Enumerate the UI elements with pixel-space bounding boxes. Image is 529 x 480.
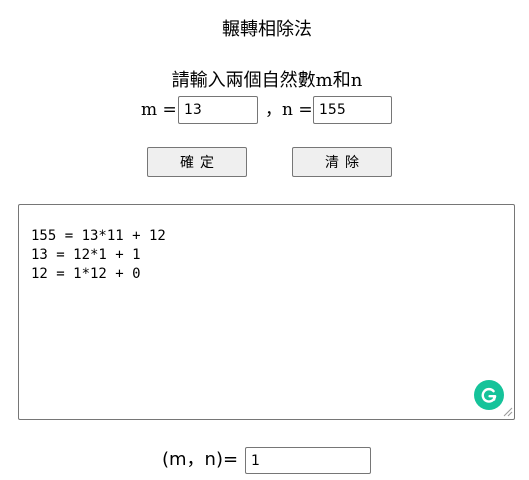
page-title: 輾轉相除法	[222, 19, 312, 40]
result-input[interactable]	[245, 447, 371, 474]
m-input[interactable]	[178, 96, 258, 124]
confirm-button[interactable]: 確定	[147, 147, 247, 177]
result-textarea[interactable]: 155 = 13*11 + 12 13 = 12*1 + 1 12 = 1*12…	[18, 204, 515, 420]
result-label: (m，n)=	[162, 449, 239, 470]
n-label: ，n =	[265, 100, 313, 120]
m-label: m =	[141, 100, 177, 120]
input-prompt: 請輸入兩個自然數m和n	[171, 70, 363, 91]
resize-grip-icon[interactable]	[503, 407, 513, 417]
grammarly-icon[interactable]	[474, 380, 504, 410]
clear-button[interactable]: 清除	[292, 147, 392, 177]
n-input[interactable]	[313, 96, 392, 124]
